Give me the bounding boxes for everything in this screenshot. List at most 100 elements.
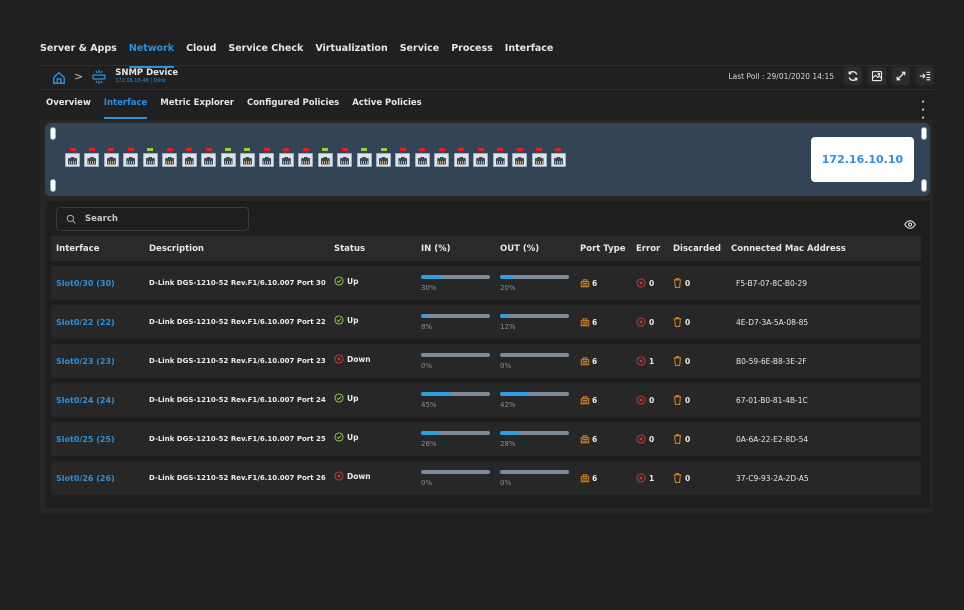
switch-port[interactable] [239, 148, 256, 167]
in-usage-label: 0% [421, 479, 433, 487]
table-row[interactable]: Slot0/24 (24) D-Link DGS-1210-52 Rev.F1/… [51, 383, 921, 417]
interface-description: D-Link DGS-1210-52 Rev.F1/6.10.007 Port … [149, 435, 326, 443]
switch-port[interactable] [472, 148, 489, 167]
in-usage-bar: 0% [421, 470, 490, 487]
switch-port[interactable] [317, 148, 334, 167]
col-mac-address[interactable]: Connected Mac Address [731, 244, 846, 254]
switch-port[interactable] [181, 148, 198, 167]
in-usage-bar: 30% [421, 275, 490, 292]
collapse-panel-button[interactable] [916, 67, 934, 85]
out-usage-label: 42% [500, 401, 516, 409]
interface-link[interactable]: Slot0/22 (22) [56, 318, 115, 327]
switch-port[interactable] [200, 148, 217, 167]
tab-process[interactable]: Process [451, 43, 493, 65]
ethernet-port-icon [356, 152, 372, 167]
switch-panel: 172.16.10.10 [45, 123, 930, 196]
port-status-led [419, 148, 426, 151]
home-icon[interactable] [52, 70, 66, 84]
switch-port[interactable] [142, 148, 159, 167]
switch-port[interactable] [103, 148, 120, 167]
switch-port[interactable] [453, 148, 470, 167]
tab-network[interactable]: Network [128, 43, 175, 68]
switch-port[interactable] [220, 148, 237, 167]
switch-port[interactable] [375, 148, 392, 167]
image-button[interactable] [868, 67, 886, 85]
tab-server-apps[interactable]: Server & Apps [40, 43, 117, 65]
tab-interface-sub[interactable]: Interface [103, 98, 148, 119]
switch-port[interactable] [336, 148, 353, 167]
col-port-type[interactable]: Port Type [580, 244, 625, 254]
ethernet-port-type-icon [580, 396, 590, 405]
interface-link[interactable]: Slot0/26 (26) [56, 474, 115, 483]
tab-overview[interactable]: Overview [46, 98, 91, 114]
in-usage-label: 45% [421, 401, 437, 409]
table-row[interactable]: Slot0/25 (25) D-Link DGS-1210-52 Rev.F1/… [51, 422, 921, 456]
in-usage-bar: 8% [421, 314, 490, 331]
switch-port[interactable] [161, 148, 178, 167]
in-usage-fill [421, 392, 453, 396]
switch-port[interactable] [83, 148, 100, 167]
switch-port[interactable] [297, 148, 314, 167]
col-discarded[interactable]: Discarded [673, 244, 721, 254]
check-circle-icon [334, 432, 344, 442]
switch-port[interactable] [433, 148, 450, 167]
switch-port[interactable] [492, 148, 509, 167]
tab-cloud[interactable]: Cloud [186, 43, 216, 65]
search-input[interactable] [85, 214, 235, 224]
col-description[interactable]: Description [149, 244, 204, 254]
error-value: 0 [649, 434, 655, 444]
interface-description: D-Link DGS-1210-52 Rev.F1/6.10.007 Port … [149, 474, 326, 482]
col-out[interactable]: OUT (%) [500, 244, 539, 254]
switch-port[interactable] [394, 148, 411, 167]
discarded-count: 0 [673, 278, 690, 288]
table-row[interactable]: Slot0/22 (22) D-Link DGS-1210-52 Rev.F1/… [51, 305, 921, 339]
col-error[interactable]: Error [636, 244, 660, 254]
tab-metric-explorer[interactable]: Metric Explorer [160, 98, 234, 114]
status-badge: Up [334, 276, 358, 286]
eye-icon[interactable] [904, 214, 916, 229]
error-count: 0 [636, 317, 654, 327]
switch-port[interactable] [356, 148, 373, 167]
interface-link[interactable]: Slot0/24 (24) [56, 396, 115, 405]
error-value: 1 [649, 473, 655, 483]
tab-virtualization[interactable]: Virtualization [315, 43, 387, 65]
expand-button[interactable] [892, 67, 910, 85]
switch-port[interactable] [278, 148, 295, 167]
table-row[interactable]: Slot0/26 (26) D-Link DGS-1210-52 Rev.F1/… [51, 461, 921, 495]
switch-port[interactable] [414, 148, 431, 167]
tab-service-check[interactable]: Service Check [228, 43, 303, 65]
col-in[interactable]: IN (%) [421, 244, 451, 254]
in-usage-fill [421, 431, 439, 435]
table-header: Interface Description Status IN (%) OUT … [51, 236, 921, 261]
interface-link[interactable]: Slot0/30 (30) [56, 279, 115, 288]
port-status-led [458, 148, 465, 151]
tab-interface[interactable]: Interface [505, 43, 554, 65]
col-interface[interactable]: Interface [56, 244, 99, 254]
tab-configured-policies[interactable]: Configured Policies [247, 98, 339, 114]
tab-service[interactable]: Service [400, 43, 440, 65]
interface-link[interactable]: Slot0/23 (23) [56, 357, 115, 366]
switch-port[interactable] [258, 148, 275, 167]
refresh-button[interactable] [844, 67, 862, 85]
ethernet-port-icon [434, 152, 450, 167]
table-row[interactable]: Slot0/30 (30) D-Link DGS-1210-52 Rev.F1/… [51, 266, 921, 300]
switch-port[interactable] [64, 148, 81, 167]
switch-port[interactable] [550, 148, 567, 167]
interface-link[interactable]: Slot0/25 (25) [56, 435, 115, 444]
port-status-led [516, 148, 523, 151]
col-status[interactable]: Status [334, 244, 365, 254]
error-icon [636, 356, 646, 366]
switch-ip-label: 172.16.10.10 [811, 137, 914, 182]
in-usage-bar: 0% [421, 353, 490, 370]
port-status-led [166, 148, 173, 151]
ethernet-port-icon [473, 152, 489, 167]
switch-port[interactable] [511, 148, 528, 167]
check-circle-icon [334, 315, 344, 325]
switch-port[interactable] [122, 148, 139, 167]
table-row[interactable]: Slot0/23 (23) D-Link DGS-1210-52 Rev.F1/… [51, 344, 921, 378]
ethernet-port-icon [376, 152, 391, 167]
ethernet-port-type-icon [580, 318, 590, 327]
tab-active-policies[interactable]: Active Policies [352, 98, 422, 114]
rack-ear [921, 127, 927, 140]
switch-port[interactable] [531, 148, 548, 167]
